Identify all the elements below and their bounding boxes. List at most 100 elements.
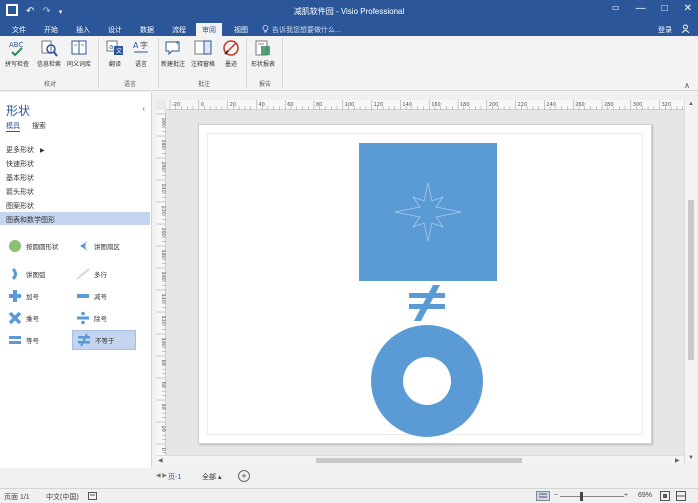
tab-design[interactable]: 设计	[102, 23, 128, 36]
ribbon-body: ABC 拼写检查 信息检索 同义词库 校对 a文 翻译 A字 语言 语言 + 新…	[0, 36, 698, 91]
page-tabs-bar: ◀ ▶ 页-1 全部 ▴ +	[152, 466, 698, 488]
ruler-label: 60	[287, 102, 293, 108]
all-pages-menu[interactable]: 全部 ▴	[202, 472, 221, 482]
vertical-ruler: 300 280 260 240 220 200 180 160 140 120 100 80 60 40 2…	[156, 110, 166, 455]
master-divide[interactable]: 除号	[72, 308, 136, 328]
fit-page-icon[interactable]	[660, 491, 670, 503]
shapes-pane-title: 形状	[6, 104, 31, 118]
page-tab-1[interactable]: 页-1	[168, 472, 181, 482]
minimize-button[interactable]: —	[636, 3, 646, 14]
stencil-pattern-shapes[interactable]: 图案形状	[0, 198, 150, 211]
stencil-charts-math[interactable]: 图表和数学图形	[0, 212, 150, 225]
status-bar: 页面 1/1 中文(中国) − + 69%	[0, 488, 698, 503]
scroll-up-icon[interactable]: ▲	[688, 101, 694, 107]
shape-reports-button[interactable]: 形状报表	[248, 39, 278, 68]
ruler-label: 40	[258, 102, 264, 108]
ruler-label: 320	[662, 102, 672, 108]
horizontal-scroll-thumb[interactable]	[316, 458, 522, 463]
language-button[interactable]: A字 语言	[126, 39, 156, 68]
ruler-label: 300	[633, 102, 643, 108]
equals-icon	[9, 336, 21, 344]
scroll-down-icon[interactable]: ▼	[688, 455, 694, 461]
ruler-label: 120	[374, 102, 384, 108]
zoom-slider[interactable]	[560, 496, 624, 497]
macro-icon[interactable]	[88, 492, 97, 502]
tab-stencils[interactable]: 模具	[6, 121, 20, 132]
ink-button[interactable]: 墨迹	[216, 39, 246, 68]
zoom-level[interactable]: 69%	[638, 492, 652, 499]
sign-in-link[interactable]: 登录	[658, 25, 672, 35]
comment-pane-button[interactable]: 注释窗格	[188, 39, 218, 68]
plus-icon	[9, 290, 21, 302]
collapse-ribbon-icon[interactable]: ∧	[684, 81, 690, 90]
ruler-label: 80	[316, 102, 322, 108]
stencil-basic-shapes[interactable]: 基本形状	[0, 170, 150, 183]
horizontal-ruler: -20 0 20 40 60 80 100 120 140 160 180 200 220 240 260 2…	[166, 100, 686, 110]
language-indicator[interactable]: 中文(中国)	[46, 492, 79, 502]
share-icon[interactable]	[681, 24, 690, 35]
page-indicator[interactable]: 页面 1/1	[4, 492, 30, 502]
blue-square-shape[interactable]	[359, 143, 497, 281]
master-equals[interactable]: 等号	[4, 330, 68, 350]
tab-file[interactable]: 文件	[6, 23, 32, 36]
research-button[interactable]: 信息检索	[34, 39, 64, 68]
collapse-pane-icon[interactable]: ‹	[142, 104, 145, 113]
master-minus[interactable]: 减号	[72, 286, 136, 306]
drawing-page[interactable]	[198, 124, 652, 444]
tab-process[interactable]: 流程	[166, 23, 192, 36]
group-proofing: 校对	[43, 82, 56, 88]
master-circle[interactable]: 按圆圆形状	[4, 236, 68, 256]
tab-review[interactable]: 审阅	[196, 23, 222, 36]
master-multi-line[interactable]: 多行	[72, 264, 136, 284]
zoom-in-icon[interactable]: +	[624, 492, 628, 499]
tab-data[interactable]: 数据	[134, 23, 160, 36]
tab-home[interactable]: 开始	[38, 23, 64, 36]
thesaurus-label: 同义词库	[66, 62, 91, 68]
ribbon-display-icon[interactable]: ▭	[612, 3, 620, 14]
page-nav-arrows[interactable]: ◀ ▶	[156, 472, 167, 479]
stencil-more-shapes[interactable]: 更多形状 ▶	[0, 142, 150, 155]
master-label: 等号	[26, 338, 39, 345]
window-controls: ▭ — □ ✕	[612, 3, 692, 14]
close-button[interactable]: ✕	[684, 3, 692, 14]
svg-text:+: +	[175, 40, 180, 47]
add-page-icon[interactable]: +	[238, 470, 250, 482]
ink-label: 墨迹	[224, 62, 237, 68]
vertical-scrollbar[interactable]: ▲ ▼	[684, 100, 696, 464]
svg-text:字: 字	[140, 40, 148, 50]
drawing-canvas[interactable]	[166, 110, 684, 455]
tab-view[interactable]: 视图	[228, 23, 254, 36]
view-mode-icon[interactable]	[536, 491, 550, 503]
ruler-label: 260	[575, 102, 585, 108]
ruler-label: 160	[431, 102, 441, 108]
pie-slice-icon	[80, 241, 88, 251]
research-icon	[41, 40, 58, 57]
vertical-scroll-thumb[interactable]	[688, 200, 694, 360]
zoom-slider-thumb[interactable]	[580, 492, 583, 501]
master-label: 加号	[26, 294, 39, 301]
master-pie-slice[interactable]: 饼图扇区	[72, 236, 136, 256]
stencil-quick-shapes[interactable]: 快速形状	[0, 156, 150, 169]
spell-check-button[interactable]: ABC 拼写检查	[2, 39, 32, 68]
group-language: 语言	[123, 82, 136, 88]
master-label: 除号	[94, 316, 107, 323]
master-plus[interactable]: 加号	[4, 286, 68, 306]
master-label: 不等于	[95, 338, 115, 345]
scroll-left-icon[interactable]: ◀	[158, 457, 163, 464]
not-equal-shape[interactable]	[409, 285, 445, 321]
stencil-arrow-shapes[interactable]: 箭头形状	[0, 184, 150, 197]
tab-insert[interactable]: 插入	[70, 23, 96, 36]
master-multiply[interactable]: 乘号	[4, 308, 68, 328]
horizontal-scrollbar[interactable]: ◀ ▶	[156, 455, 684, 465]
master-pie-arc[interactable]: 饼图弧	[4, 264, 68, 284]
donut-shape[interactable]	[371, 325, 483, 437]
scroll-right-icon[interactable]: ▶	[675, 457, 680, 464]
maximize-button[interactable]: □	[662, 3, 668, 14]
new-comment-button[interactable]: + 新建批注	[158, 39, 188, 68]
tell-me-box[interactable]: 告诉我您想要做什么...	[262, 25, 341, 35]
tab-search[interactable]: 搜索	[32, 121, 46, 132]
thesaurus-button[interactable]: 同义词库	[64, 39, 94, 68]
pan-zoom-icon[interactable]	[676, 491, 686, 503]
zoom-out-icon[interactable]: −	[554, 492, 558, 499]
master-not-equal[interactable]: 不等于	[72, 330, 136, 350]
